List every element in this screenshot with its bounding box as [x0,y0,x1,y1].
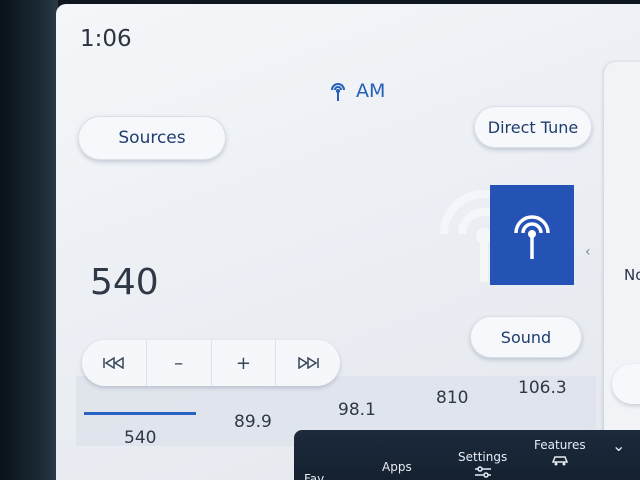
seek-forward-button[interactable] [276,340,340,386]
radio-antenna-icon [514,215,550,259]
minus-icon: – [174,352,184,374]
dock-item-features[interactable]: Features [534,438,586,466]
side-panel-label: No [624,266,640,284]
preset-4[interactable]: 810 [436,388,468,408]
chevron-left-icon[interactable]: ‹ [585,244,591,260]
side-panel-button[interactable] [612,364,640,404]
plus-icon: + [235,352,251,374]
tune-down-button[interactable]: – [147,340,212,386]
radio-antenna-icon [331,83,345,101]
radio-screen: 1:06 AM Sources Direct Tune ‹ No 540 Sou… [56,4,640,480]
car-icon [551,456,568,466]
direct-tune-button[interactable]: Direct Tune [474,106,592,148]
tune-up-button[interactable]: + [212,340,277,386]
active-preset-indicator [84,412,196,415]
sliders-icon [474,466,491,478]
chevron-down-icon[interactable]: ⌄ [612,436,625,455]
preset-5[interactable]: 106.3 [518,378,567,398]
seek-back-button[interactable] [82,340,147,386]
band-label: AM [356,80,386,102]
band-indicator: AM [328,80,385,102]
preset-2[interactable]: 89.9 [234,412,272,432]
seek-forward-icon [298,357,319,369]
bottom-dock: Fav Apps Settings Features ⌄ [294,430,640,480]
preset-1[interactable]: 540 [124,428,156,448]
dock-item-settings-label: Settings [458,450,508,464]
dock-item-settings[interactable]: Settings [458,450,507,478]
dock-item-apps[interactable]: Apps [382,460,412,474]
sound-button[interactable]: Sound [470,316,582,358]
preset-3[interactable]: 98.1 [338,400,376,420]
clock: 1:06 [80,26,132,52]
sources-button[interactable]: Sources [78,116,226,160]
station-artwork [490,185,574,285]
tuning-controls: – + [82,340,340,386]
seek-back-icon [103,357,124,369]
dock-item-features-label: Features [534,438,586,452]
current-frequency: 540 [90,262,159,303]
side-panel[interactable]: No [604,62,640,480]
dock-item-fav[interactable]: Fav [304,472,324,480]
screen-bezel [0,0,58,480]
